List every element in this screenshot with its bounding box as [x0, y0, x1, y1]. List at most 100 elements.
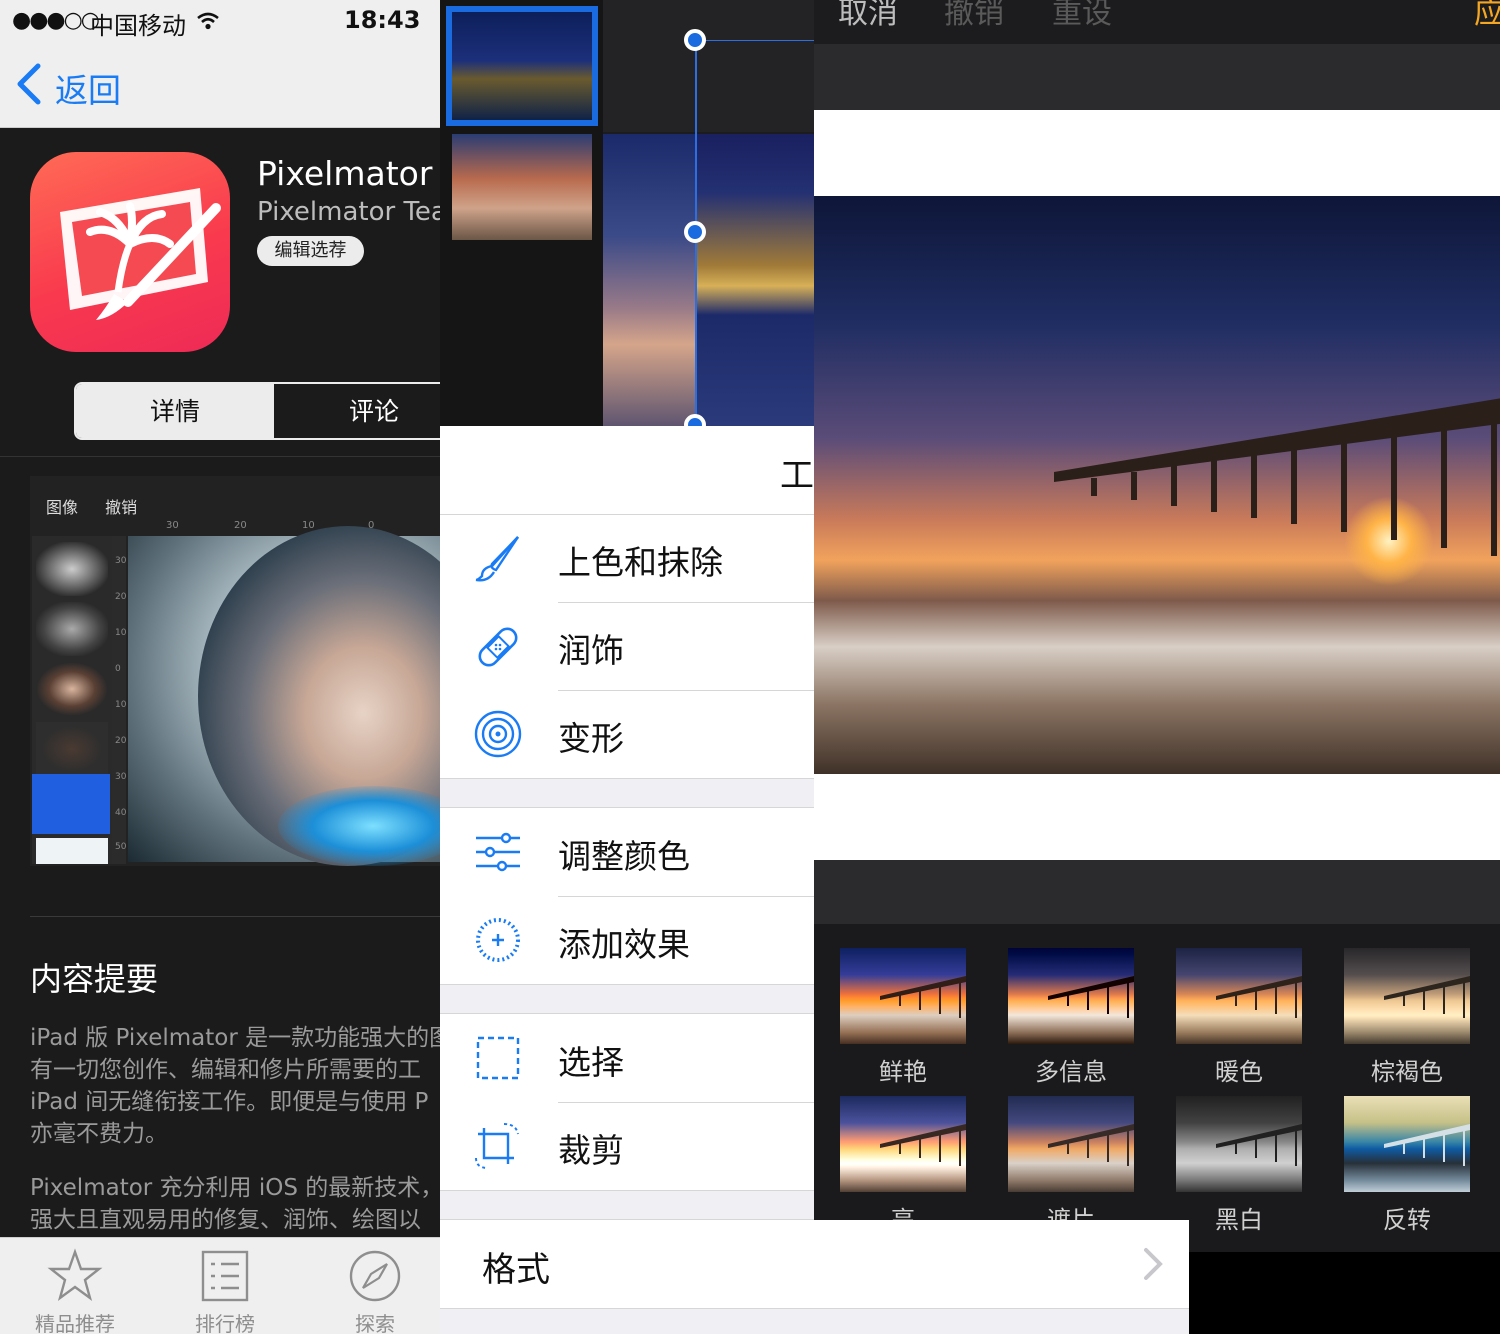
layer-thumbnail — [36, 722, 108, 776]
divider — [30, 916, 440, 917]
selection-edge — [695, 40, 814, 41]
description-line: 亦毫不费力。 — [30, 1121, 168, 1147]
segmented-control: 详情 评论 — [74, 382, 440, 440]
cancel-button[interactable]: 取消 — [838, 0, 898, 32]
effect-label: 鲜艳 — [879, 1058, 927, 1086]
navigation-bar: 返回 — [0, 40, 440, 128]
tools-menu: 工 上色和抹除 润饰 变形 调整颜色 添加效果 选择 裁剪 — [440, 426, 814, 1334]
ruler-tick: 50 — [115, 842, 127, 852]
description-body: iPad 版 Pixelmator 是一款功能强大的图 有一切您创作、编辑和修片… — [30, 1022, 440, 1236]
status-bar: ●●●○○ 中国移动 18:43 — [0, 0, 440, 40]
menu-item-label: 裁剪 — [558, 1131, 624, 1170]
app-screenshot[interactable]: 图像 撤销 30 20 10 0 30 20 10 0 10 20 30 40 … — [30, 476, 440, 866]
description-line: 有一切您创作、编辑和修片所需要的工 — [30, 1057, 421, 1083]
description-line: 强大且直观易用的修复、润饰、绘图以 — [30, 1207, 421, 1233]
tools-menu-title: 工 — [780, 456, 814, 496]
pier-photo[interactable] — [814, 196, 1500, 774]
menu-item-select[interactable]: 选择 — [440, 1014, 814, 1102]
group-separator — [440, 1190, 814, 1220]
effects-panel: 取消 撤销 重设 应 鲜艳多信息暖色棕褐色亮遮片黑白反转 — [814, 0, 1500, 1334]
transform-handle[interactable] — [684, 221, 706, 243]
tab-featured[interactable]: 精品推荐 — [0, 1238, 150, 1334]
effect-thumbnail — [1176, 948, 1302, 1044]
effect-thumbnail — [1008, 1096, 1134, 1192]
menu-item-distort[interactable]: 变形 — [440, 690, 814, 778]
status-time: 18:43 — [344, 6, 421, 34]
effect-thumbnail — [840, 948, 966, 1044]
app-store-panel: ●●●○○ 中国移动 18:43 返回 Pixelmator Pixelmato… — [0, 0, 440, 1334]
screenshot-tool-label: 撤销 — [105, 498, 138, 517]
transform-handle[interactable] — [684, 29, 706, 51]
effect-thumbnail — [1344, 1096, 1470, 1192]
tab-label: 排行榜 — [195, 1312, 255, 1334]
layer-thumbnail-selected[interactable] — [446, 6, 598, 126]
menu-item-label: 选择 — [558, 1043, 624, 1082]
tab-label: 探索 — [355, 1312, 395, 1334]
menu-item-format[interactable]: 格式 — [440, 1220, 1189, 1308]
menu-item-label: 添加效果 — [558, 925, 690, 964]
tab-bar: 精品推荐 排行榜 探索 — [0, 1237, 440, 1334]
layer-thumbnail — [36, 602, 108, 656]
signal-strength: ●●●○○ — [12, 8, 100, 33]
app-icon — [30, 152, 230, 352]
pier-silhouette — [1054, 398, 1500, 556]
app-developer[interactable]: Pixelmator Tea — [257, 197, 440, 227]
tab-label: 精品推荐 — [35, 1312, 115, 1334]
menu-item-label: 格式 — [482, 1250, 550, 1290]
ruler-tick: 0 — [115, 664, 121, 674]
description-line: Pixelmator 充分利用 iOS 的最新技术， — [30, 1175, 440, 1201]
undo-button[interactable]: 撤销 — [944, 0, 1004, 32]
screenshot-tool-label: 图像 — [46, 498, 79, 517]
ruler-tick: 10 — [115, 700, 127, 710]
ruler-tick: 10 — [302, 520, 315, 531]
toolbar-band — [814, 44, 1500, 110]
ruler-tick: 10 — [115, 628, 127, 638]
toolbar-band — [814, 860, 1500, 924]
divider — [0, 456, 440, 457]
tab-details[interactable]: 详情 — [76, 384, 274, 438]
effects-toolbar: 取消 撤销 重设 应 — [814, 0, 1500, 44]
layer-thumbnail — [36, 838, 108, 864]
group-separator — [440, 1308, 1189, 1334]
ruler-tick: 40 — [115, 808, 127, 818]
bandage-icon — [478, 627, 518, 667]
crop-icon — [475, 1123, 519, 1169]
wifi-icon — [196, 9, 220, 37]
editor-canvas[interactable] — [603, 0, 814, 426]
effect-thumbnail — [1344, 948, 1470, 1044]
layer-thumbnail — [36, 542, 108, 596]
description-title: 内容提要 — [30, 960, 159, 998]
reset-button[interactable]: 重设 — [1052, 0, 1112, 32]
london-layer — [695, 134, 814, 426]
screenshot-layers — [32, 536, 112, 864]
effect-label: 多信息 — [1035, 1058, 1107, 1086]
screenshot-toolbar: 图像 撤销 — [46, 494, 159, 518]
back-chevron-icon[interactable] — [14, 62, 44, 110]
ruler-tick: 30 — [115, 772, 127, 782]
format-section: 格式 — [440, 1220, 1189, 1334]
effects-grid: 鲜艳多信息暖色棕褐色亮遮片黑白反转 — [814, 924, 1500, 1252]
effect-thumbnail — [1008, 948, 1134, 1044]
tab-reviews[interactable]: 评论 — [274, 384, 440, 438]
menu-item-label: 润饰 — [558, 631, 624, 670]
menu-item-retouch[interactable]: 润饰 — [440, 602, 814, 690]
menu-item-label: 变形 — [558, 719, 624, 758]
effect-label: 棕褐色 — [1371, 1058, 1443, 1086]
menu-item-paint[interactable]: 上色和抹除 — [440, 514, 814, 602]
menu-item-adjust-colors[interactable]: 调整颜色 — [440, 808, 814, 896]
effects-icon — [476, 918, 520, 962]
effect-thumbnail — [840, 1096, 966, 1192]
menu-item-label: 调整颜色 — [558, 837, 690, 876]
menu-item-crop[interactable]: 裁剪 — [440, 1102, 814, 1190]
tab-top-charts[interactable]: 排行榜 — [150, 1238, 300, 1334]
chevron-right-icon — [1144, 1248, 1163, 1280]
back-button[interactable]: 返回 — [55, 64, 121, 112]
layer-thumbnail-selected — [32, 774, 110, 834]
tab-explore[interactable]: 探索 — [300, 1238, 440, 1334]
layer-thumbnail[interactable] — [452, 134, 592, 240]
selection-icon — [476, 1036, 520, 1080]
menu-item-add-effects[interactable]: 添加效果 — [440, 896, 814, 984]
menu-item-label: 上色和抹除 — [558, 543, 723, 582]
effect-label: 暖色 — [1215, 1058, 1263, 1086]
apply-button[interactable]: 应 — [1474, 0, 1500, 32]
